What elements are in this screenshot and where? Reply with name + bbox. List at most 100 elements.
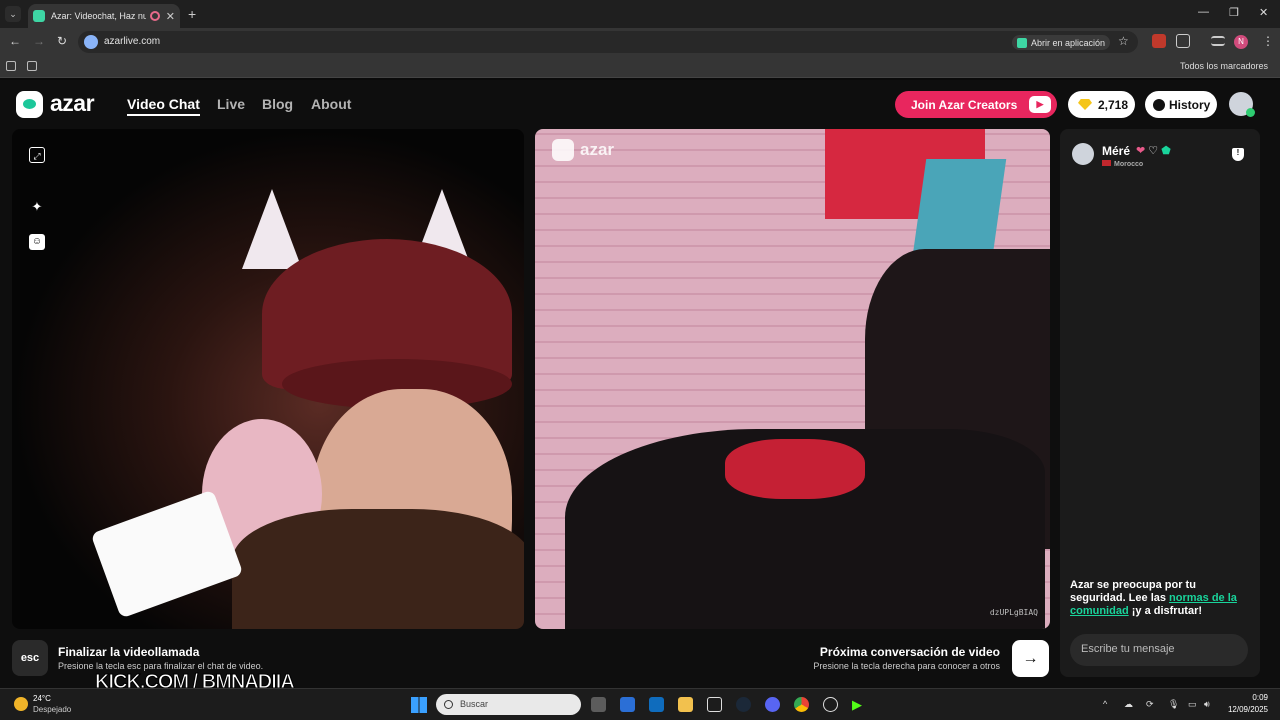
recording-indicator-icon <box>149 11 160 21</box>
file-explorer-icon[interactable] <box>678 697 693 712</box>
chrome-icon[interactable] <box>794 697 809 712</box>
apps-grid-icon[interactable] <box>27 61 37 71</box>
history-label: History <box>1169 97 1211 112</box>
nav-blog[interactable]: Blog <box>262 96 293 112</box>
remote-video: azar dzUPLgBIAQ <box>535 129 1050 629</box>
join-creators-label: Join Azar Creators <box>911 97 1018 112</box>
reload-icon[interactable]: ↻ <box>57 34 67 48</box>
site-info-icon[interactable] <box>84 35 98 49</box>
logo-text[interactable]: azar <box>50 90 95 117</box>
onedrive-icon[interactable]: ☁ <box>1124 699 1133 710</box>
display-icon[interactable]: ▭ <box>1188 699 1197 710</box>
profile-avatar[interactable]: N <box>1234 35 1248 49</box>
safety-text-end: ¡y a disfrutar! <box>1128 605 1203 617</box>
window-close-icon[interactable]: ✕ <box>1259 6 1268 19</box>
menu-kebab-icon[interactable]: ⋮ <box>1262 34 1274 48</box>
tab-search-dropdown-icon[interactable]: ⌄ <box>5 6 21 22</box>
azar-page: azar Video Chat Live Blog About Join Aza… <box>0 80 1280 688</box>
peer-emoji-badges-icon: ❤ ♡ ⬟ <box>1136 145 1171 157</box>
media-control-icon[interactable] <box>1211 36 1225 46</box>
report-shield-icon[interactable]: ! <box>1232 148 1244 161</box>
tray-overflow-icon[interactable]: ^ <box>1103 699 1107 709</box>
discord-icon[interactable] <box>765 697 780 712</box>
azar-logo-icon[interactable] <box>16 91 43 118</box>
weather-condition: Despejado <box>33 705 72 714</box>
red-seat <box>725 439 865 499</box>
tab-title: Azar: Videochat, Haz nuevos <box>51 11 146 21</box>
clock-time[interactable]: 0:09 <box>1226 693 1268 702</box>
gem-icon <box>1078 99 1092 110</box>
volume-icon[interactable]: 🔊︎ <box>1204 699 1210 710</box>
nav-video-chat[interactable]: Video Chat <box>127 96 200 116</box>
app-icon <box>1017 37 1027 48</box>
back-icon[interactable]: ← <box>9 34 21 48</box>
end-call-hint: Presione la tecla esc para finalizar el … <box>58 661 264 671</box>
effects-sparkle-icon[interactable]: ✦ <box>29 199 45 215</box>
address-toolbar: ← → ↻ azarlive.com Abrir en aplicación ☆ <box>0 28 1280 56</box>
peer-country: Morocco <box>1102 160 1143 168</box>
minimize-icon[interactable]: — <box>1198 6 1209 18</box>
gem-count: 2,718 <box>1098 97 1129 112</box>
bookmarks-bar: Todos los marcadores <box>0 56 1280 78</box>
open-in-app-label: Abrir en aplicación <box>1031 37 1106 48</box>
open-in-app-button[interactable]: Abrir en aplicación <box>1012 35 1111 50</box>
taskbar-search[interactable]: Buscar <box>436 694 581 715</box>
local-video: ⤢ ✦ ☺ <box>12 129 524 629</box>
bookmark-page-icon[interactable] <box>6 61 16 71</box>
steam-icon[interactable] <box>736 697 751 712</box>
browser-tab[interactable]: Azar: Videochat, Haz nuevos ✕ <box>28 4 180 28</box>
task-view-icon[interactable] <box>591 697 606 712</box>
stream-id: dzUPLgBIAQ <box>989 608 1038 617</box>
temperature: 24°C <box>33 694 51 703</box>
browser-tab-bar: ⌄ Azar: Videochat, Haz nuevos ✕ + — ❐ ✕ <box>0 0 1280 28</box>
nav-live[interactable]: Live <box>217 96 245 112</box>
next-chat-title: Próxima conversación de video <box>819 645 1000 659</box>
new-tab-icon[interactable]: + <box>188 6 196 22</box>
bookmark-star-icon[interactable]: ☆ <box>1118 34 1129 48</box>
outlook-icon[interactable] <box>649 697 664 712</box>
url-text[interactable]: azarlive.com <box>104 36 160 47</box>
windows-taskbar: 24°C Despejado Buscar ▶ ^ ☁ ⟳ 🎙︎ ▭ 🔊︎ 0:… <box>0 688 1280 720</box>
peer-name: Méré <box>1102 144 1131 158</box>
sticker-face-icon[interactable]: ☺ <box>29 234 45 250</box>
hair <box>232 509 524 629</box>
user-avatar[interactable] <box>1229 92 1255 117</box>
maximize-icon[interactable]: ❐ <box>1229 6 1239 19</box>
watermark-text: azar <box>580 140 615 159</box>
morocco-flag-icon <box>1102 160 1111 166</box>
extension-icon[interactable] <box>1152 34 1166 48</box>
end-call-title: Finalizar la videollamada <box>58 645 200 659</box>
microphone-icon[interactable]: 🎙︎ <box>1168 699 1179 710</box>
esc-key-button[interactable]: esc <box>12 640 48 676</box>
cat-ear-left <box>242 189 302 269</box>
clock-icon <box>1153 98 1165 111</box>
app-circle-icon[interactable] <box>823 697 838 712</box>
fullscreen-icon[interactable]: ⤢ <box>29 147 45 163</box>
gems-button[interactable]: 2,718 <box>1068 91 1135 118</box>
safety-notice: Azar se preocupa por tu seguridad. Lee l… <box>1070 579 1250 618</box>
snipping-tool-icon[interactable] <box>707 697 722 712</box>
sync-icon[interactable]: ⟳ <box>1146 699 1154 710</box>
next-arrow-button[interactable]: → <box>1012 640 1049 677</box>
peer-avatar[interactable] <box>1072 143 1094 165</box>
chat-panel: Méré ❤ ♡ ⬟ Morocco ! Azar se preocupa po… <box>1060 129 1260 677</box>
peer-country-label: Morocco <box>1114 161 1144 168</box>
omnibox[interactable]: azarlive.com Abrir en aplicación ☆ <box>78 31 1138 53</box>
nav-about[interactable]: About <box>311 96 351 112</box>
tab-close-icon[interactable]: ✕ <box>166 10 175 23</box>
watermark-logo-icon <box>552 139 574 161</box>
kick-app-icon[interactable]: ▶ <box>852 697 867 712</box>
azar-favicon-icon <box>33 10 45 22</box>
play-icon: ▶ <box>1029 96 1051 113</box>
forward-icon[interactable]: → <box>33 34 45 48</box>
join-creators-button[interactable]: Join Azar Creators ▶ <box>895 91 1057 118</box>
windows-start-icon[interactable] <box>411 697 427 713</box>
message-input[interactable]: Escribe tu mensaje <box>1070 634 1248 666</box>
store-icon[interactable] <box>620 697 635 712</box>
next-chat-hint: Presione la tecla derecha para conocer a… <box>813 661 1000 671</box>
history-button[interactable]: History <box>1145 91 1217 118</box>
extensions-puzzle-icon[interactable] <box>1176 34 1190 48</box>
clock-date[interactable]: 12/09/2025 <box>1216 705 1268 714</box>
weather-moon-icon[interactable] <box>14 697 28 711</box>
all-bookmarks[interactable]: Todos los marcadores <box>1180 61 1268 71</box>
